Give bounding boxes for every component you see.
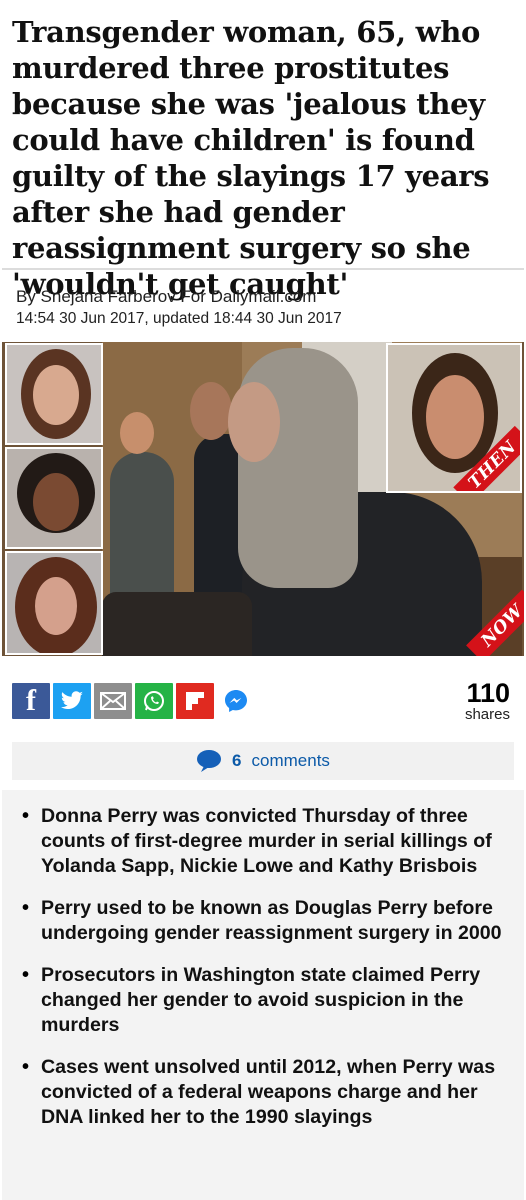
- bullet-icon: •: [22, 805, 30, 827]
- twitter-icon[interactable]: [53, 683, 91, 719]
- summary-item: • Cases went unsolved until 2012, when P…: [22, 1056, 496, 1128]
- comments-button[interactable]: 6 comments: [12, 742, 514, 780]
- divider: [2, 268, 524, 270]
- messenger-icon[interactable]: [217, 683, 255, 719]
- comment-bubble-icon: [197, 750, 222, 772]
- flipboard-icon[interactable]: [176, 683, 214, 719]
- share-count-label: shares: [464, 706, 510, 723]
- whatsapp-icon[interactable]: [135, 683, 173, 719]
- bullet-icon: •: [22, 1056, 30, 1078]
- victim-photo-1: [5, 343, 103, 445]
- facebook-icon[interactable]: f: [12, 683, 50, 719]
- then-photo: THEN: [386, 343, 522, 493]
- bullet-icon: •: [22, 964, 30, 986]
- byline-date: 14:54 30 Jun 2017, updated 18:44 30 Jun …: [16, 310, 342, 327]
- share-count-number: 110: [466, 678, 510, 708]
- comments-count: 6: [232, 751, 242, 770]
- article-headline: Transgender woman, 65, who murdered thre…: [12, 15, 490, 301]
- email-icon[interactable]: [94, 683, 132, 719]
- summary-item: • Prosecutors in Washington state claime…: [22, 964, 481, 1036]
- summary-item: • Donna Perry was convicted Thursday of …: [22, 805, 492, 877]
- victim-photo-3: [5, 551, 103, 655]
- article-summary: • Donna Perry was convicted Thursday of …: [2, 790, 524, 1200]
- share-toolbar: f: [12, 683, 255, 719]
- share-count: 110 shares: [465, 678, 510, 723]
- comments-label: comments: [251, 751, 330, 770]
- byline-author[interactable]: By Snejana Farberov For Dailymail.com: [16, 287, 316, 306]
- victim-photo-2: [5, 447, 103, 549]
- byline-block: By Snejana Farberov For Dailymail.com 14…: [16, 286, 342, 330]
- summary-item: • Perry used to be known as Douglas Perr…: [22, 897, 502, 944]
- bullet-icon: •: [22, 897, 30, 919]
- article-photo[interactable]: THEN NOW: [2, 342, 524, 656]
